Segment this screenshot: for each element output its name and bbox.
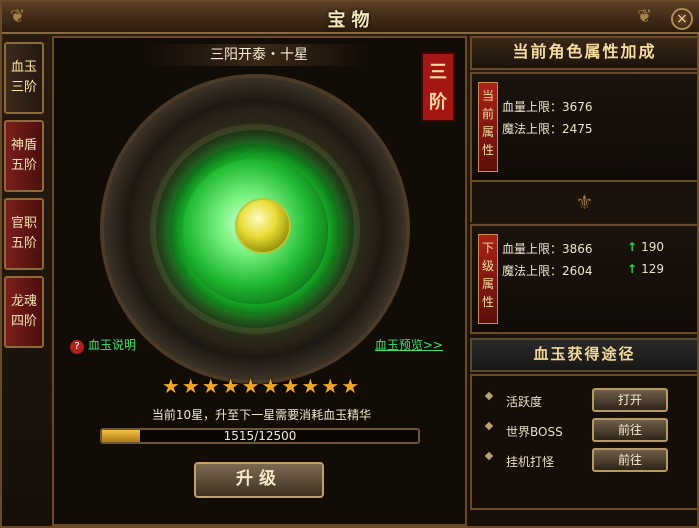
bullet-icon [484, 451, 494, 461]
next-hp-stat: 血量上限：3866 [502, 242, 593, 256]
hp-increase-value: 190 [641, 240, 664, 254]
source-list: 活跃度 打开 世界BOSS 前往 挂机打怪 前往 [470, 374, 699, 510]
rank-seal-badge: 三 阶 [421, 52, 455, 122]
next-attributes-tag: 下 级 属 性 [478, 234, 498, 324]
source-label: 挂机打怪 [506, 455, 555, 469]
current-attributes: 当 前 属 性 血量上限：3676 魔法上限：2475 [470, 72, 699, 182]
rank-seal-text: 三 阶 [429, 62, 447, 113]
tab-label: 神盾 五阶 [10, 138, 37, 173]
tab-label: 官职 五阶 [10, 216, 37, 251]
goto-afk-button[interactable]: 前往 [592, 448, 668, 472]
next-mp-stat: 魔法上限：2604 [502, 264, 593, 278]
help-label: 血玉说明 [88, 338, 137, 352]
tab-blood-jade[interactable]: 血玉 三阶 [4, 42, 44, 114]
bullet-icon [484, 421, 494, 431]
current-mp-stat: 魔法上限：2475 [502, 122, 593, 136]
essence-progress-bar: 1515/12500 [100, 428, 420, 444]
treasure-display-panel: 三阳开泰・十星 三 阶 ? 血玉说明 血玉预览>> ★★★★★★★★★★ 当前10… [52, 36, 467, 526]
upgrade-button[interactable]: 升级 [194, 462, 324, 498]
next-attributes: 下 级 属 性 血量上限：3866 ↑ 190 魔法上限：2604 ↑ 129 [470, 224, 699, 334]
tab-official-rank[interactable]: 官职 五阶 [4, 198, 44, 270]
bullet-icon [484, 391, 494, 401]
mp-increase-value: 129 [641, 262, 664, 276]
arrow-up-icon: ↑ [627, 262, 638, 276]
treasure-window: ❦ 宝物 ❦ × 血玉 三阶 神盾 五阶 官职 五阶 龙魂 四阶 三阳开泰・十星… [0, 0, 699, 528]
current-tag-text: 当 前 属 性 [481, 89, 494, 157]
attribute-panel: 当前角色属性加成 当 前 属 性 血量上限：3676 魔法上限：2475 ⚜ 下… [470, 36, 699, 526]
corner-ornament-right-icon: ❦ [637, 6, 653, 27]
jade-core-orb [235, 198, 291, 254]
current-attributes-tag: 当 前 属 性 [478, 82, 498, 172]
help-link[interactable]: ? 血玉说明 [70, 336, 136, 354]
close-button[interactable]: × [671, 8, 693, 30]
source-label: 活跃度 [506, 395, 543, 409]
title-bar: ❦ 宝物 ❦ × [2, 2, 699, 34]
next-tag-text: 下 级 属 性 [481, 241, 494, 309]
star-rating: ★★★★★★★★★★ [161, 374, 362, 398]
ornament-divider-icon: ⚜ [470, 182, 699, 222]
next-mp-increase: ↑ 129 [627, 262, 664, 276]
side-tabs: 血玉 三阶 神盾 五阶 官职 五阶 龙魂 四阶 [4, 42, 46, 354]
arrow-up-icon: ↑ [627, 240, 638, 254]
stage-title: 三阳开泰・十星 [149, 44, 369, 66]
progress-label: 1515/12500 [223, 429, 297, 443]
tab-dragon-soul[interactable]: 龙魂 四阶 [4, 276, 44, 348]
source-label: 世界BOSS [506, 425, 563, 439]
source-header: 血玉获得途径 [470, 338, 699, 372]
tab-divine-shield[interactable]: 神盾 五阶 [4, 120, 44, 192]
question-mark-icon: ? [70, 340, 84, 354]
open-activity-button[interactable]: 打开 [592, 388, 668, 412]
source-row-activity: 活跃度 打开 [484, 388, 686, 414]
source-row-world-boss: 世界BOSS 前往 [484, 418, 686, 444]
next-hp-increase: ↑ 190 [627, 240, 664, 254]
preview-link[interactable]: 血玉预览>> [375, 336, 443, 353]
goto-world-boss-button[interactable]: 前往 [592, 418, 668, 442]
source-row-afk: 挂机打怪 前往 [484, 448, 686, 474]
current-hp-stat: 血量上限：3676 [502, 100, 593, 114]
tab-label: 血玉 三阶 [10, 60, 37, 95]
window-title: 宝物 [327, 10, 376, 31]
attribute-panel-header: 当前角色属性加成 [470, 36, 699, 70]
tab-label: 龙魂 四阶 [10, 294, 37, 329]
upgrade-requirement-text: 当前10星，升至下一星需要消耗血玉精华 [151, 408, 372, 422]
